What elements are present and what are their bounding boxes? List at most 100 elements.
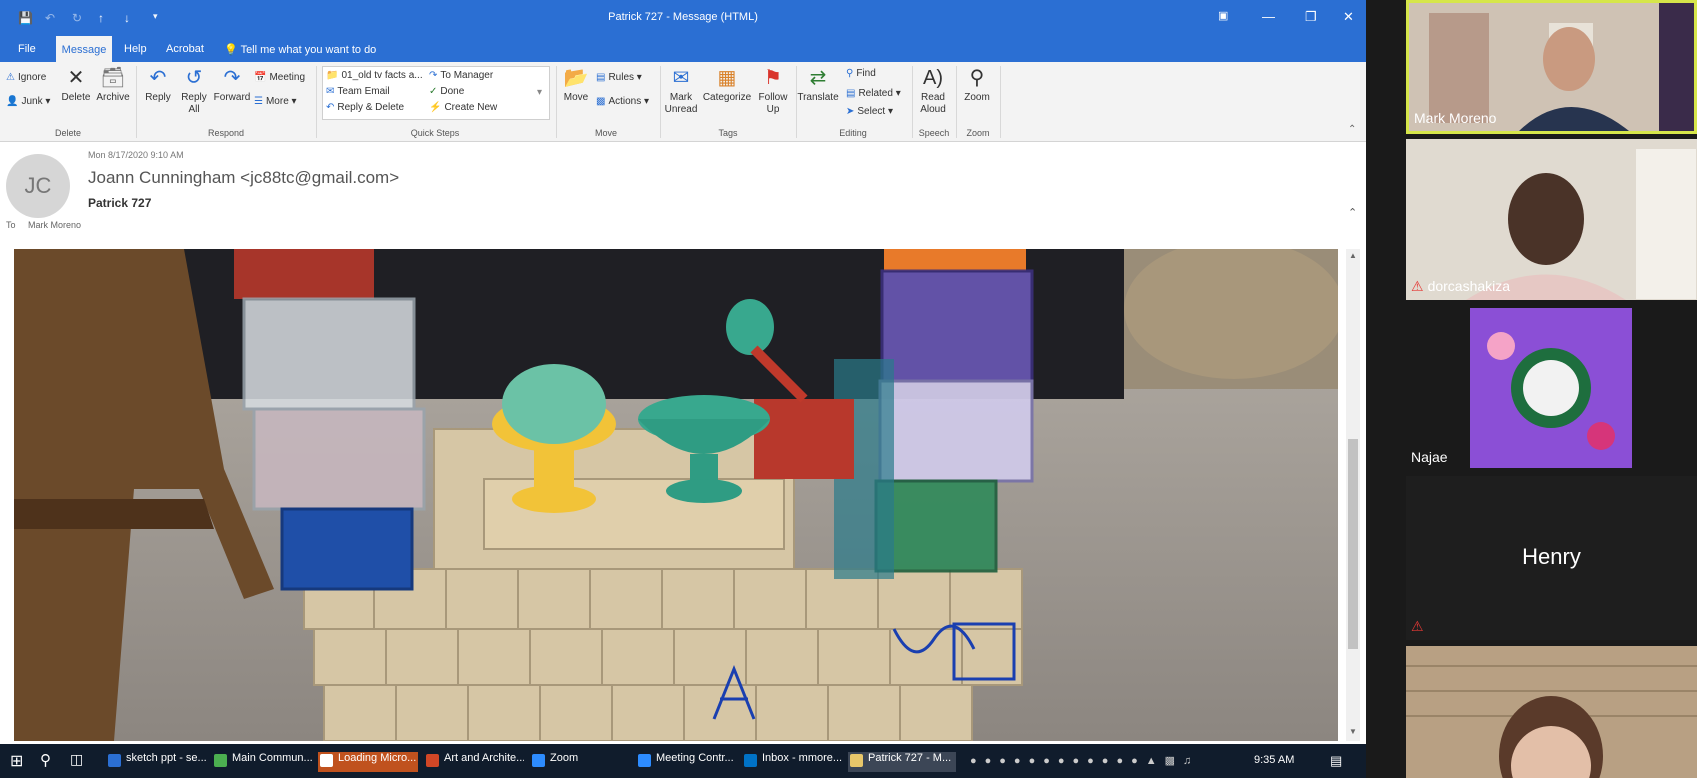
quick-step-label: Reply & Delete	[337, 102, 405, 113]
to-label: To	[6, 220, 16, 230]
taskbar-app[interactable]: sketch ppt - se...	[106, 752, 206, 772]
task-view-icon[interactable]: ◫	[70, 751, 83, 768]
participant-tile[interactable]: ⚠ dorcashakiza	[1406, 139, 1697, 300]
more-label: More	[265, 96, 289, 107]
tab-acrobat[interactable]: Acrobat	[166, 43, 204, 55]
app-icon	[214, 754, 227, 767]
junk-button[interactable]: 👤 Junk ▾	[6, 96, 50, 107]
move-button[interactable]: 📂 Move	[558, 66, 594, 104]
taskbar-app[interactable]: Patrick 727 - M...	[848, 752, 956, 772]
ribbon-divider	[1000, 66, 1001, 138]
envelope-icon: ✉	[672, 67, 690, 89]
menu-bar: File Help Acrobat 💡 Tell me what you wan…	[0, 38, 1366, 62]
notifications-icon[interactable]: ▤	[1330, 753, 1342, 769]
recipient-name[interactable]: Mark Moreno	[28, 220, 81, 230]
participant-tile[interactable]: Mark Moreno	[1406, 0, 1697, 134]
taskbar-app-label: Patrick 727 - M...	[868, 752, 952, 764]
tags-group-label: Tags	[718, 128, 738, 138]
meeting-button[interactable]: 📅 Meeting	[254, 72, 305, 83]
minimize-button[interactable]: —	[1262, 9, 1275, 24]
related-button[interactable]: ▤ Related ▾	[846, 88, 901, 99]
scroll-thumb[interactable]	[1348, 439, 1358, 649]
avatar: JC	[6, 154, 70, 218]
forward-button[interactable]: ↷ Forward	[212, 66, 252, 104]
categorize-button[interactable]: ▦ Categorize	[702, 66, 752, 104]
sender-name[interactable]: Joann Cunningham <jc88tc@gmail.com>	[88, 168, 399, 188]
quick-step-item[interactable]: ↷ To Manager	[429, 70, 493, 81]
collapse-ribbon-icon[interactable]: ⌃	[1348, 124, 1356, 135]
mark-unread-button[interactable]: ✉ Mark Unread	[662, 66, 700, 116]
search-icon[interactable]: ⚲	[40, 751, 51, 769]
quick-step-item[interactable]: ✉ Team Email	[326, 86, 390, 97]
participant-name: Henry	[1522, 544, 1581, 569]
participant-name: Najae	[1411, 449, 1448, 465]
windows-taskbar: ⊞ ⚲ ◫ sketch ppt - se... Main Commun... …	[0, 744, 1366, 778]
taskbar-app-label: sketch ppt - se...	[126, 752, 206, 764]
reply-icon: ↶	[326, 102, 335, 113]
find-button[interactable]: ⚲ Find	[846, 68, 876, 79]
tab-message[interactable]: Message	[56, 36, 112, 62]
actions-button[interactable]: ▩ Actions ▾	[596, 96, 649, 107]
actions-label: Actions	[608, 96, 642, 107]
taskbar-app[interactable]: Zoom	[530, 752, 630, 772]
tell-me-search[interactable]: 💡 Tell me what you want to do	[224, 43, 376, 56]
restore-button[interactable]: ❐	[1305, 9, 1317, 25]
more-icon: ☰	[254, 96, 263, 107]
participant-tile[interactable]: Henry ⚠	[1406, 476, 1697, 640]
quick-step-item[interactable]: 📁 01_old tv facts a...	[326, 70, 423, 81]
quick-step-item[interactable]: ⚡ Create New	[429, 102, 497, 113]
follow-up-button[interactable]: ⚑ Follow Up	[754, 66, 792, 116]
translate-icon: ⇄	[809, 67, 827, 89]
recipient-line: To Mark Moreno	[6, 220, 81, 230]
zoom-button[interactable]: ⚲ Zoom	[958, 66, 996, 104]
app-icon	[638, 754, 651, 767]
read-aloud-label: Read Aloud	[920, 92, 946, 115]
quick-steps-group-label: Quick Steps	[410, 128, 460, 138]
taskbar-app[interactable]: Inbox - mmore...	[742, 752, 842, 772]
translate-button[interactable]: ⇄ Translate	[796, 66, 840, 104]
rules-button[interactable]: ▤ Rules ▾	[596, 72, 642, 83]
taskbar-app[interactable]: Art and Archite...	[424, 752, 524, 772]
lightning-icon: ⚡	[429, 102, 442, 113]
taskbar-app-label: Main Commun...	[232, 752, 312, 764]
mail-icon: ✉	[326, 86, 335, 97]
taskbar-app[interactable]: Loading Micro...	[318, 752, 418, 772]
select-button[interactable]: ➤ Select ▾	[846, 106, 893, 117]
tab-file[interactable]: File	[18, 43, 36, 55]
reply-button[interactable]: ↶ Reply	[140, 66, 176, 104]
message-scrollbar[interactable]: ▲ ▼	[1346, 249, 1360, 741]
tab-help[interactable]: Help	[124, 43, 147, 55]
close-button[interactable]: ✕	[1343, 9, 1354, 25]
windows-start-icon[interactable]: ⊞	[10, 751, 23, 771]
scroll-up-icon[interactable]: ▲	[1349, 251, 1357, 260]
more-button[interactable]: ☰ More ▾	[254, 96, 297, 107]
read-aloud-icon: A)	[923, 67, 943, 89]
categorize-icon: ▦	[717, 67, 737, 89]
quick-step-item[interactable]: ✓ Done	[429, 86, 464, 97]
taskbar-clock[interactable]: 9:35 AM	[1254, 754, 1294, 766]
archive-icon: 🗃	[100, 67, 126, 89]
quick-step-label: Team Email	[337, 86, 390, 97]
ignore-button[interactable]: ⚠ Ignore	[6, 72, 46, 83]
taskbar-app-label: Art and Archite...	[444, 752, 524, 764]
quick-step-item[interactable]: ↶ Reply & Delete	[326, 102, 404, 113]
ribbon-display-options-icon[interactable]: ▣	[1218, 9, 1228, 22]
taskbar-app[interactable]: Meeting Contr...	[636, 752, 736, 772]
archive-button[interactable]: 🗃 Archive	[94, 66, 132, 104]
meeting-label: Meeting	[269, 72, 306, 83]
collapse-header-icon[interactable]: ⌃	[1348, 206, 1357, 219]
participant-mute-status: ⚠	[1411, 618, 1428, 635]
system-tray-icons[interactable]: ●●●●●●●●●●●●▲▩♫	[970, 754, 1199, 767]
taskbar-app[interactable]: Main Commun...	[212, 752, 312, 772]
scroll-down-icon[interactable]: ▼	[1349, 727, 1357, 736]
quick-steps-expand-icon[interactable]: ▾	[537, 87, 542, 98]
delete-button[interactable]: ✕ Delete	[58, 66, 94, 104]
mic-muted-icon: ⚠	[1411, 278, 1424, 294]
reply-all-button[interactable]: ↺ Reply All	[176, 66, 212, 116]
respond-group-label: Respond	[207, 128, 245, 138]
participant-tile[interactable]	[1406, 646, 1697, 778]
archive-label: Archive	[96, 92, 130, 103]
app-icon	[744, 754, 757, 767]
read-aloud-button[interactable]: A) Read Aloud	[914, 66, 952, 116]
participant-tile[interactable]: Najae	[1406, 306, 1697, 470]
